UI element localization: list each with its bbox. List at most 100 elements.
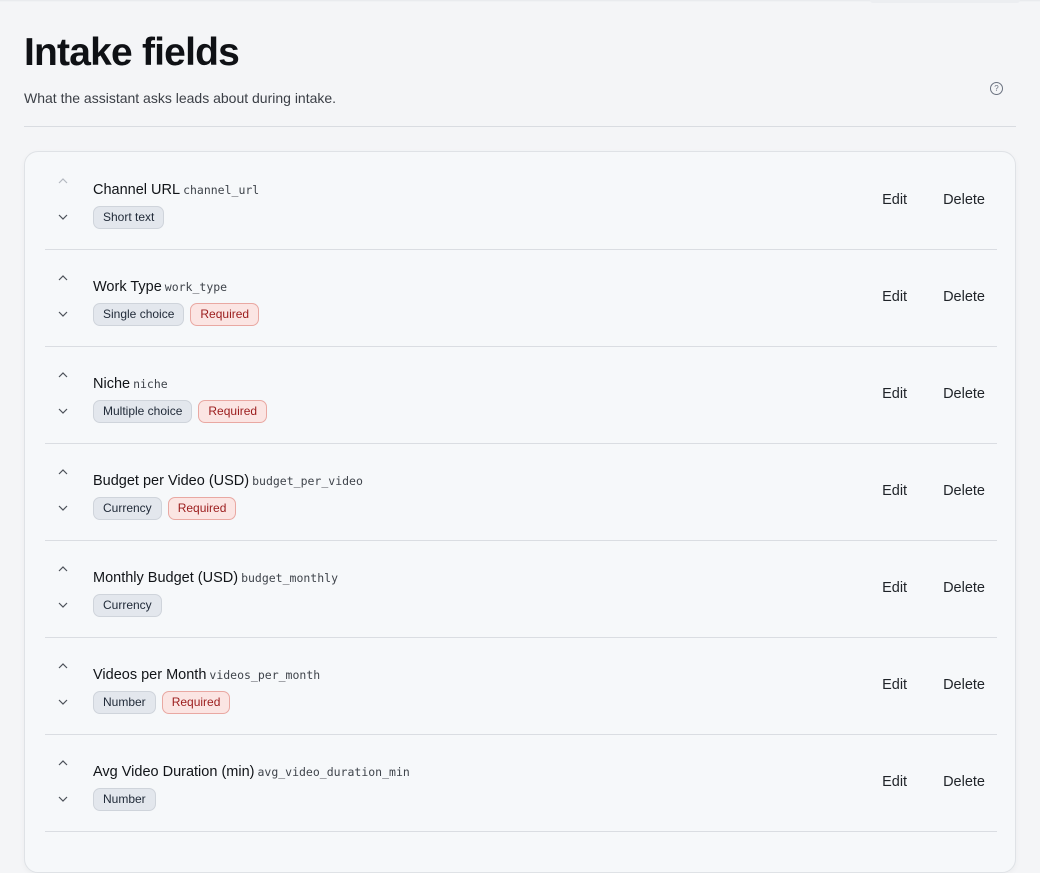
required-badge: Required	[167, 497, 237, 520]
move-down-button[interactable]	[53, 792, 73, 806]
field-row: Monthly Budget (USD) budget_monthly Curre…	[45, 540, 997, 638]
field-key: budget_monthly	[241, 571, 338, 585]
chevron-up-icon	[58, 178, 68, 184]
reorder-controls	[53, 659, 73, 713]
field-badges: Number	[93, 788, 410, 811]
top-bar-tab	[870, 0, 1020, 3]
field-title: Niche niche	[93, 375, 267, 393]
field-row: Budget per Video (USD) budget_per_video C…	[45, 443, 997, 541]
field-info: Avg Video Duration (min) avg_video_durati…	[93, 763, 410, 811]
question-circle-icon[interactable]: ?	[990, 82, 1003, 95]
chevron-down-icon	[58, 311, 68, 317]
field-title: Videos per Month videos_per_month	[93, 666, 320, 684]
move-up-button[interactable]	[53, 562, 73, 576]
field-key: budget_per_video	[252, 474, 363, 488]
type-badge: Number	[93, 691, 156, 714]
edit-button[interactable]: Edit	[882, 677, 907, 693]
reorder-controls	[53, 756, 73, 810]
edit-button[interactable]: Edit	[882, 386, 907, 402]
chevron-up-icon	[58, 663, 68, 669]
row-actions: Edit Delete	[882, 580, 985, 596]
field-info: Videos per Month videos_per_month Number …	[93, 666, 320, 714]
move-up-button[interactable]	[53, 271, 73, 285]
field-badges: Number Required	[93, 691, 320, 714]
edit-button[interactable]: Edit	[882, 774, 907, 790]
move-down-button[interactable]	[53, 404, 73, 418]
page-subtitle: What the assistant asks leads about duri…	[24, 90, 337, 106]
chevron-up-icon	[58, 275, 68, 281]
reorder-controls	[53, 562, 73, 616]
field-key: niche	[133, 377, 168, 391]
type-badge: Currency	[93, 594, 162, 617]
field-title: Monthly Budget (USD) budget_monthly	[93, 569, 338, 587]
move-down-button[interactable]	[53, 695, 73, 709]
edit-button[interactable]: Edit	[882, 289, 907, 305]
reorder-controls	[53, 465, 73, 519]
field-info: Niche niche Multiple choice Required	[93, 375, 268, 423]
field-badges: Short text	[93, 206, 259, 229]
delete-button[interactable]: Delete	[943, 192, 985, 208]
move-up-button[interactable]	[53, 174, 73, 188]
type-badge: Currency	[93, 497, 162, 520]
required-badge: Required	[198, 400, 268, 423]
move-down-button[interactable]	[53, 210, 73, 224]
move-down-button[interactable]	[53, 598, 73, 612]
row-actions: Edit Delete	[882, 386, 985, 402]
delete-button[interactable]: Delete	[943, 483, 985, 499]
chevron-up-icon	[58, 372, 68, 378]
move-up-button[interactable]	[53, 368, 73, 382]
type-badge: Single choice	[93, 303, 185, 326]
delete-button[interactable]: Delete	[943, 580, 985, 596]
field-info: Monthly Budget (USD) budget_monthly Curre…	[93, 569, 338, 617]
move-down-button[interactable]	[53, 307, 73, 321]
field-label: Budget per Video (USD)	[93, 473, 250, 489]
field-label: Channel URL	[93, 182, 181, 198]
required-badge: Required	[190, 303, 260, 326]
reorder-controls	[53, 271, 73, 325]
field-title: Avg Video Duration (min) avg_video_durati…	[93, 763, 410, 781]
move-up-button[interactable]	[53, 465, 73, 479]
field-badges: Currency Required	[93, 497, 363, 520]
field-label: Avg Video Duration (min)	[93, 764, 255, 780]
row-actions: Edit Delete	[882, 483, 985, 499]
delete-button[interactable]: Delete	[943, 677, 985, 693]
field-info: Channel URL channel_url Short text	[93, 181, 259, 229]
delete-button[interactable]: Delete	[943, 386, 985, 402]
move-down-button[interactable]	[53, 501, 73, 515]
field-row: Work Type work_type Single choice Require…	[45, 249, 997, 347]
field-label: Niche	[93, 376, 131, 392]
edit-button[interactable]: Edit	[882, 580, 907, 596]
field-title: Work Type work_type	[93, 278, 259, 296]
page-header: Intake fields What the assistant asks le…	[24, 30, 1016, 107]
field-key: avg_video_duration_min	[257, 765, 410, 779]
field-badges: Single choice Required	[93, 303, 260, 326]
reorder-controls	[53, 368, 73, 422]
field-key: work_type	[164, 280, 228, 294]
field-key: videos_per_month	[209, 668, 321, 682]
field-label: Videos per Month	[93, 667, 207, 683]
chevron-down-icon	[58, 602, 68, 608]
delete-button[interactable]: Delete	[943, 774, 985, 790]
chevron-up-icon	[58, 566, 68, 572]
chevron-up-icon	[58, 760, 68, 766]
move-up-button[interactable]	[53, 756, 73, 770]
delete-button[interactable]: Delete	[943, 289, 985, 305]
edit-button[interactable]: Edit	[882, 483, 907, 499]
chevron-down-icon	[58, 408, 68, 414]
field-row: Videos per Month videos_per_month Number …	[45, 637, 997, 735]
chevron-up-icon	[58, 469, 68, 475]
chevron-down-icon	[58, 505, 68, 511]
row-actions: Edit Delete	[882, 192, 985, 208]
header-divider	[24, 126, 1016, 127]
field-row: Niche niche Multiple choice Required Edit…	[45, 346, 997, 444]
move-up-button[interactable]	[53, 659, 73, 673]
field-info: Budget per Video (USD) budget_per_video C…	[93, 472, 363, 520]
type-badge: Number	[93, 788, 156, 811]
field-title: Budget per Video (USD) budget_per_video	[93, 472, 363, 490]
row-actions: Edit Delete	[882, 677, 985, 693]
field-label: Work Type	[93, 279, 162, 295]
edit-button[interactable]: Edit	[882, 192, 907, 208]
field-row: Channel URL channel_url Short text Edit D…	[45, 152, 997, 250]
field-label: Monthly Budget (USD)	[93, 570, 239, 586]
row-actions: Edit Delete	[882, 289, 985, 305]
